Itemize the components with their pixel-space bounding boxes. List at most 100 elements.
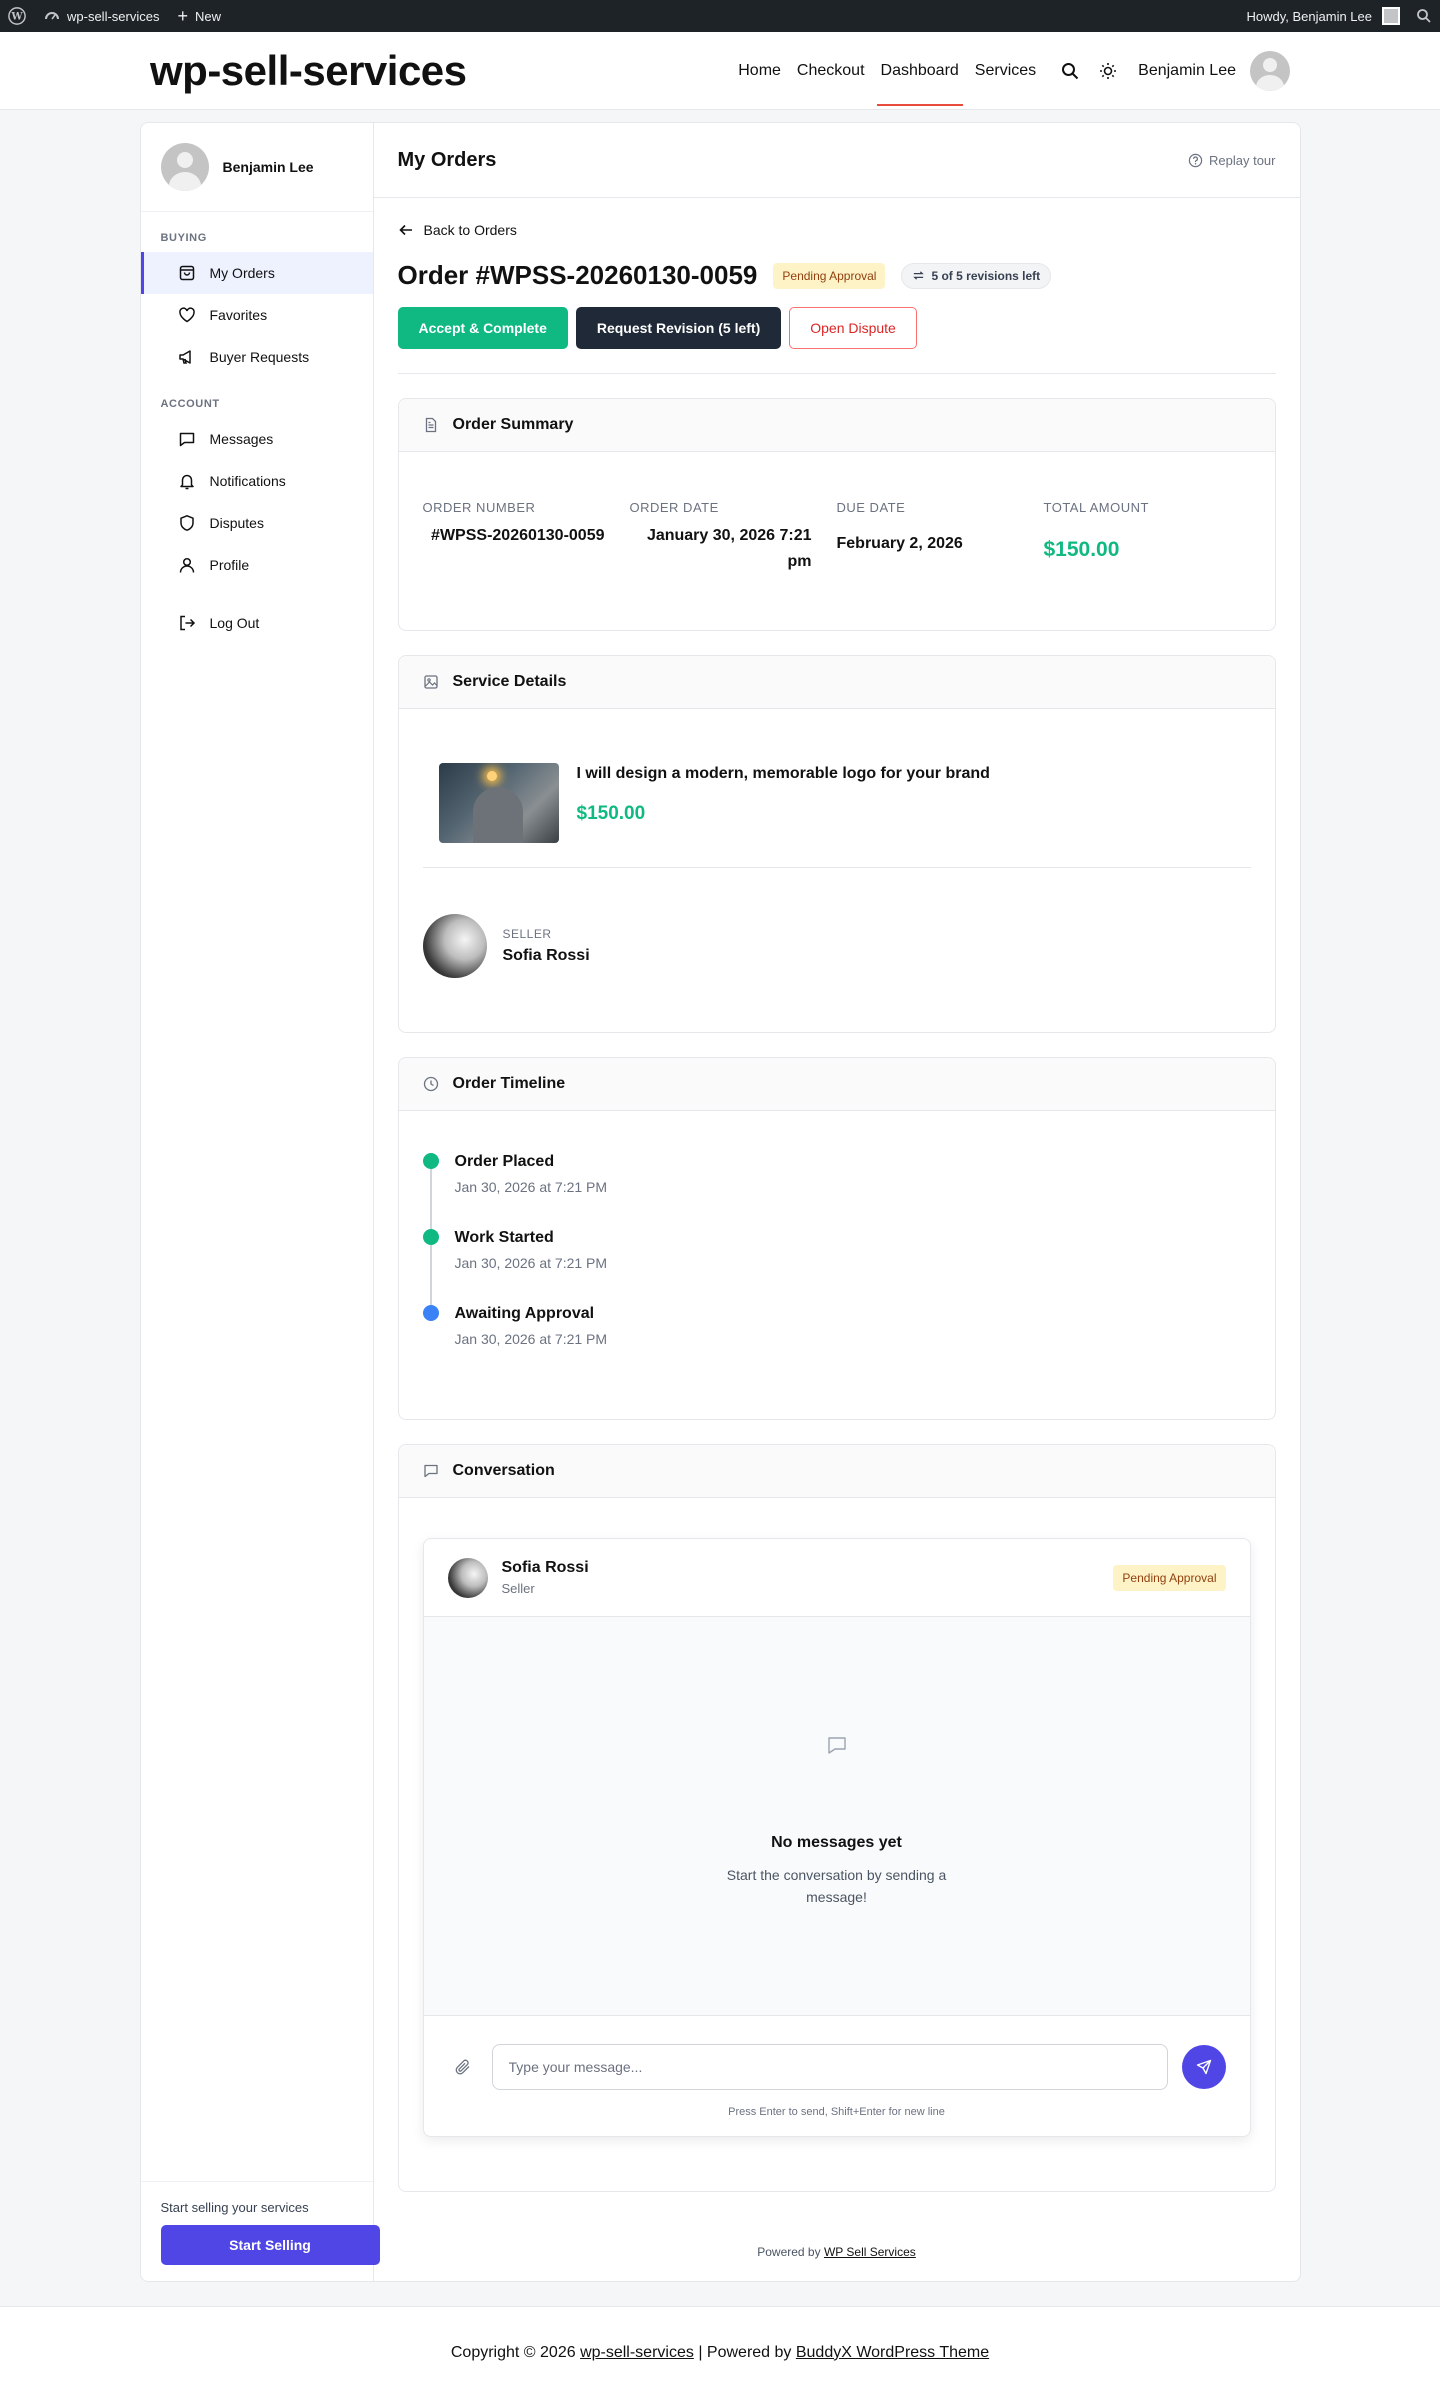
card-header: Service Details <box>398 656 1275 710</box>
order-title: Order #WPSS-20260130-0059 <box>397 260 758 290</box>
service-item[interactable]: I will design a modern, memorable logo f… <box>422 709 1251 869</box>
timeline-title: Work Started <box>454 1229 554 1247</box>
message-input[interactable] <box>491 2044 1168 2091</box>
send-icon <box>1196 2059 1211 2075</box>
accept-complete-button[interactable]: Accept & Complete <box>397 307 568 349</box>
dashboard-shell: Benjamin Lee BUYING My Orders Favorites … <box>139 122 1301 2282</box>
summary-value: January 30, 2026 7:21 pm <box>646 527 812 570</box>
service-thumbnail[interactable] <box>438 763 559 844</box>
nav-checkout[interactable]: Checkout <box>797 32 865 110</box>
nav-dashboard[interactable]: Dashboard <box>876 32 964 110</box>
sidebar-section-buying: BUYING <box>160 232 207 244</box>
footer-theme-link[interactable]: BuddyX WordPress Theme <box>796 2344 989 2362</box>
summary-value: #WPSS-20260130-0059 <box>431 527 605 544</box>
order-actions: Accept & Complete Request Revision (5 le… <box>397 307 1276 374</box>
footer-site-link[interactable]: wp-sell-services <box>580 2344 694 2362</box>
summary-grid: ORDER NUMBER #WPSS-20260130-0059 ORDER D… <box>399 452 1275 630</box>
card-title: Conversation <box>452 1462 555 1480</box>
revisions-badge: 5 of 5 revisions left <box>901 262 1052 289</box>
chat-contact-role: Seller <box>501 1581 535 1597</box>
back-to-orders-link[interactable]: Back to Orders <box>398 222 1276 238</box>
timeline-title: Order Placed <box>454 1153 555 1171</box>
sun-icon[interactable] <box>1096 62 1120 80</box>
timeline-item: Awaiting Approval Jan 30, 2026 at 7:21 P… <box>422 1305 1251 1379</box>
summary-label: ORDER DATE <box>629 500 719 515</box>
revisions-text: 5 of 5 revisions left <box>931 268 1041 283</box>
send-button[interactable] <box>1181 2045 1226 2090</box>
avatar <box>160 143 209 191</box>
timeline-date: Jan 30, 2026 at 7:21 PM <box>454 1179 608 1196</box>
wordpress-logo-icon[interactable]: W <box>8 7 26 25</box>
sidebar-item-disputes[interactable]: Disputes <box>141 502 373 544</box>
nav-avatar[interactable] <box>1250 50 1290 91</box>
order-header: Order #WPSS-20260130-0059 Pending Approv… <box>398 260 1276 291</box>
empty-state-title: No messages yet <box>771 1834 902 1852</box>
timeline-item: Order Placed Jan 30, 2026 at 7:21 PM <box>422 1153 1251 1230</box>
help-circle-icon <box>1188 153 1203 167</box>
admin-new-link[interactable]: + New <box>177 7 221 25</box>
timeline-dot <box>422 1305 439 1322</box>
admin-site-link[interactable]: wp-sell-services <box>44 8 159 24</box>
user-icon <box>179 557 194 573</box>
sidebar-item-logout[interactable]: Log Out <box>141 602 373 644</box>
main-header: My Orders Replay tour <box>373 123 1300 198</box>
powered-link[interactable]: WP Sell Services <box>824 2245 916 2259</box>
timeline-item: Work Started Jan 30, 2026 at 7:21 PM <box>422 1229 1251 1306</box>
order-timeline-card: Order Timeline Order Placed Jan 30, 2026… <box>397 1057 1276 1421</box>
megaphone-icon <box>178 350 191 364</box>
order-content: Back to Orders Order #WPSS-20260130-0059… <box>374 198 1300 2193</box>
card-title: Order Summary <box>452 416 574 433</box>
timeline-dot <box>422 1229 439 1246</box>
sidebar-user-name: Benjamin Lee <box>222 159 314 175</box>
sidebar-item-label: Log Out <box>209 615 260 631</box>
sidebar-item-notifications[interactable]: Notifications <box>141 460 373 502</box>
seller-avatar[interactable] <box>422 914 487 979</box>
sidebar-item-buyer-requests[interactable]: Buyer Requests <box>141 336 373 378</box>
nav-services[interactable]: Services <box>975 32 1036 110</box>
chat-hint: Press Enter to send, Shift+Enter for new… <box>728 2106 945 2119</box>
document-icon <box>425 417 436 433</box>
replay-tour-button[interactable]: Replay tour <box>1188 152 1276 168</box>
timeline-date: Jan 30, 2026 at 7:21 PM <box>454 1331 608 1348</box>
nav-home[interactable]: Home <box>738 32 781 110</box>
replay-tour-label: Replay tour <box>1209 152 1276 168</box>
search-icon[interactable] <box>1058 62 1082 80</box>
service-name[interactable]: I will design a modern, memorable logo f… <box>577 765 990 783</box>
conversation-card: Conversation Sofia Rossi Seller Pending … <box>397 1444 1276 2193</box>
summary-due-date: DUE DATE February 2, 2026 <box>837 500 1044 574</box>
sidebar-item-profile[interactable]: Profile <box>141 544 373 586</box>
arrow-left-icon <box>398 224 412 236</box>
order-summary-card: Order Summary ORDER NUMBER #WPSS-2026013… <box>397 398 1276 632</box>
card-title: Order Timeline <box>452 1075 566 1093</box>
seller-name[interactable]: Sofia Rossi <box>503 947 590 965</box>
request-revision-button[interactable]: Request Revision (5 left) <box>575 307 782 349</box>
site-title[interactable]: wp-sell-services <box>150 47 467 95</box>
paperclip-icon[interactable] <box>448 2058 478 2076</box>
back-link-label: Back to Orders <box>423 222 517 238</box>
page-title: My Orders <box>397 148 497 171</box>
card-header: Order Timeline <box>398 1058 1275 1112</box>
empty-chat-icon <box>827 1737 846 1754</box>
card-header: Conversation <box>398 1445 1275 1499</box>
image-icon <box>423 675 438 689</box>
chat-contact-name: Sofia Rossi <box>501 1559 589 1577</box>
chat-composer: Press Enter to send, Shift+Enter for new… <box>423 2015 1250 2136</box>
sidebar-item-favorites[interactable]: Favorites <box>141 294 373 336</box>
admin-howdy[interactable]: Howdy, Benjamin Lee <box>1247 9 1373 24</box>
open-dispute-button[interactable]: Open Dispute <box>789 307 917 349</box>
start-selling-button[interactable]: Start Selling <box>160 2225 380 2265</box>
status-badge: Pending Approval <box>1113 1564 1226 1591</box>
timeline-dot <box>422 1153 439 1170</box>
seller-label: SELLER <box>502 927 552 942</box>
timeline-title: Awaiting Approval <box>454 1305 595 1323</box>
sidebar-item-messages[interactable]: Messages <box>141 418 373 460</box>
summary-total: TOTAL AMOUNT $150.00 <box>1044 500 1251 574</box>
chat-panel: Sofia Rossi Seller Pending Approval No m… <box>422 1538 1251 2138</box>
admin-search-icon[interactable] <box>1416 8 1432 24</box>
admin-avatar[interactable] <box>1382 7 1400 25</box>
service-price: $150.00 <box>576 803 646 825</box>
refresh-icon <box>913 271 925 280</box>
sidebar-item-my-orders[interactable]: My Orders <box>140 252 373 294</box>
sidebar-item-label: Messages <box>209 431 274 447</box>
nav-user-name[interactable]: Benjamin Lee <box>1138 62 1236 80</box>
